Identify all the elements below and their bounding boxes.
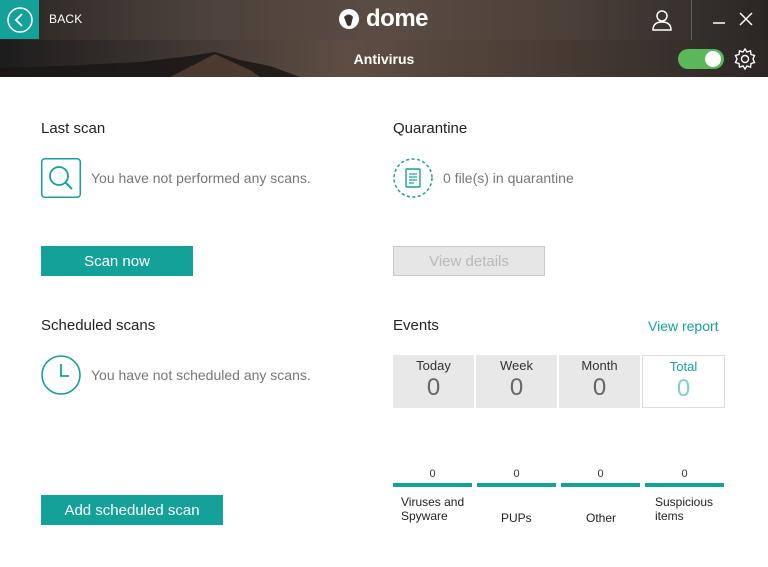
page-title: Antivirus: [353, 51, 415, 67]
events-title: Events: [393, 317, 439, 334]
brand-name: dome: [366, 5, 429, 32]
scheduled-scans-title: Scheduled scans: [41, 317, 156, 334]
category-count: 0: [429, 468, 436, 480]
user-icon: [652, 10, 672, 31]
quarantine-status: 0 file(s) in quarantine: [443, 170, 574, 186]
category-bar: [645, 483, 724, 487]
tab-value: 0: [426, 374, 441, 401]
tab-label: Week: [500, 358, 533, 373]
close-button[interactable]: [738, 10, 754, 28]
close-icon: [739, 12, 753, 26]
dome-logo: dome: [338, 5, 429, 32]
quarantine-title: Quarantine: [393, 120, 468, 137]
back-button[interactable]: [0, 0, 39, 39]
category-name: Viruses and Spyware: [401, 495, 465, 523]
back-label[interactable]: BACK: [49, 12, 82, 26]
view-details-button[interactable]: View details: [393, 246, 545, 276]
category-count: 0: [513, 468, 520, 480]
search-icon: [41, 158, 81, 198]
last-scan-status: You have not performed any scans.: [91, 170, 311, 186]
scheduled-icon-box: [41, 355, 81, 400]
tab-value: 0: [592, 374, 607, 401]
category-bar: [477, 483, 556, 487]
chevron-left-icon: [6, 6, 33, 33]
antivirus-toggle[interactable]: [678, 49, 724, 69]
scheduled-status: You have not scheduled any scans.: [91, 367, 311, 383]
category-name: PUPs: [501, 511, 532, 525]
view-report-link[interactable]: View report: [648, 318, 719, 334]
category-bar: [561, 483, 640, 487]
last-scan-title: Last scan: [41, 120, 106, 137]
tab-label: Month: [581, 358, 618, 373]
header: BACK dome Antivirus: [0, 0, 768, 77]
add-scheduled-scan-button[interactable]: Add scheduled scan: [41, 495, 223, 525]
clock-icon: [41, 355, 81, 395]
toggle-knob: [705, 51, 721, 67]
tab-total[interactable]: Total 0: [642, 355, 725, 408]
scan-now-button[interactable]: Scan now: [41, 246, 193, 276]
gear-icon: [734, 47, 756, 71]
last-scan-icon-box: [41, 158, 81, 203]
category-name: Suspicious items: [655, 495, 714, 523]
settings-button[interactable]: [733, 47, 757, 71]
minimize-button[interactable]: [711, 10, 727, 28]
quarantine-icon-box: [393, 158, 433, 203]
category-count: 0: [597, 468, 604, 480]
tab-today[interactable]: Today 0: [393, 355, 474, 408]
category-name: Other: [586, 511, 617, 525]
tab-label: Today: [416, 358, 451, 373]
user-button[interactable]: [650, 8, 674, 32]
tab-week[interactable]: Week 0: [476, 355, 557, 408]
tab-month[interactable]: Month 0: [559, 355, 640, 408]
category-count: 0: [681, 468, 688, 480]
header-divider: [691, 0, 692, 40]
tab-label: Total: [669, 359, 698, 374]
tab-value: 0: [509, 374, 524, 401]
category-bar: [393, 483, 472, 487]
tab-value: 0: [676, 375, 691, 402]
minimize-icon: [713, 22, 725, 24]
panda-logo-icon: [339, 9, 359, 29]
document-icon: [393, 158, 433, 198]
